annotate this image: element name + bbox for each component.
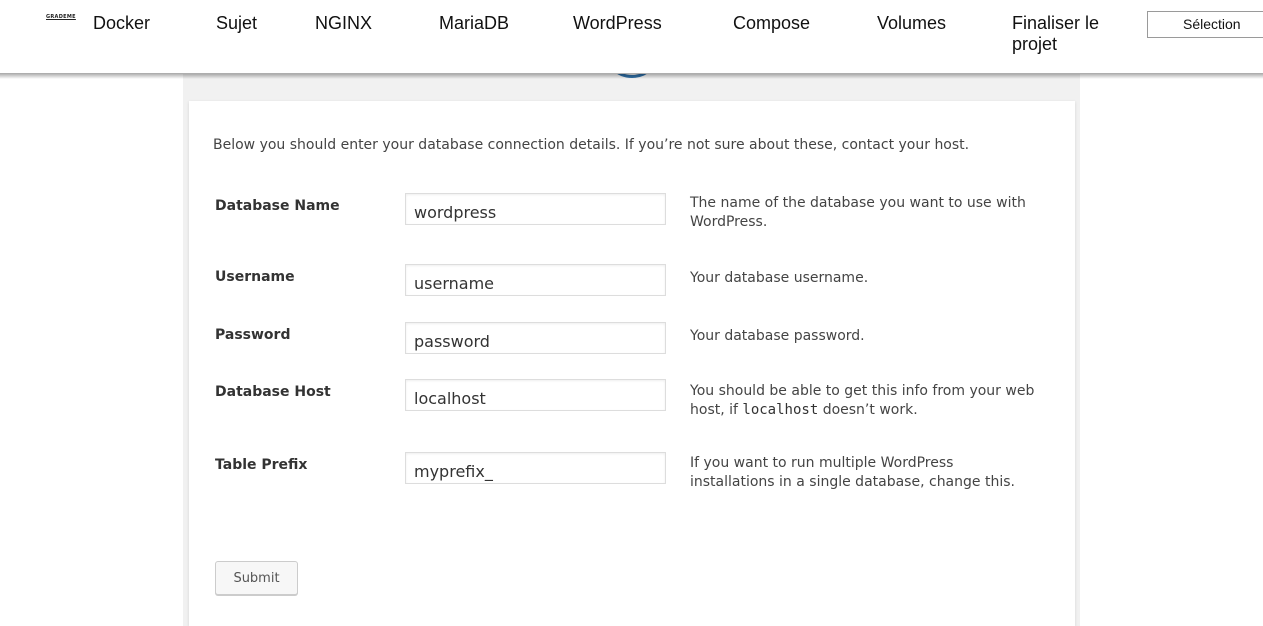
database-host-help: You should be able to get this info from… xyxy=(690,382,1035,420)
nav-link-wordpress[interactable]: WordPress xyxy=(573,13,662,34)
database-host-help-code: localhost xyxy=(742,402,819,418)
site-logo[interactable]: GRADEME xyxy=(46,14,76,20)
table-prefix-help: If you want to run multiple WordPress in… xyxy=(690,455,1015,490)
nav-shadow xyxy=(0,73,1263,79)
database-host-help-post: doesn’t work. xyxy=(818,402,918,418)
table-prefix-input[interactable] xyxy=(405,452,666,484)
setup-config-card: Below you should enter your database con… xyxy=(189,101,1075,626)
left-margin xyxy=(0,74,183,626)
username-help: Your database username. xyxy=(690,270,869,286)
nav-link-docker[interactable]: Docker xyxy=(93,13,150,34)
right-margin xyxy=(1080,74,1263,626)
section-select[interactable]: Sélection xyxy=(1147,11,1263,38)
nav-link-mariadb[interactable]: MariaDB xyxy=(439,13,509,34)
username-label: Username xyxy=(215,269,295,285)
table-prefix-label: Table Prefix xyxy=(215,457,308,473)
nav-link-volumes[interactable]: Volumes xyxy=(877,13,946,34)
password-input[interactable] xyxy=(405,322,666,354)
username-input[interactable] xyxy=(405,264,666,296)
password-help: Your database password. xyxy=(690,328,865,344)
nav-link-sujet[interactable]: Sujet xyxy=(216,13,257,34)
nav-link-nginx[interactable]: NGINX xyxy=(315,13,372,34)
database-name-input[interactable] xyxy=(405,193,666,225)
page: GRADEME Docker Sujet NGINX MariaDB WordP… xyxy=(0,0,1263,626)
database-host-input[interactable] xyxy=(405,379,666,411)
nav-link-compose[interactable]: Compose xyxy=(733,13,810,34)
database-host-label: Database Host xyxy=(215,384,331,400)
nav-link-finaliser[interactable]: Finaliser le projet xyxy=(1012,13,1102,55)
database-name-label: Database Name xyxy=(215,198,340,214)
top-navigation: GRADEME Docker Sujet NGINX MariaDB WordP… xyxy=(0,0,1263,74)
password-label: Password xyxy=(215,327,291,343)
database-name-help: The name of the database you want to use… xyxy=(690,195,1026,230)
submit-button[interactable]: Submit xyxy=(215,561,298,595)
intro-text: Below you should enter your database con… xyxy=(213,137,970,153)
